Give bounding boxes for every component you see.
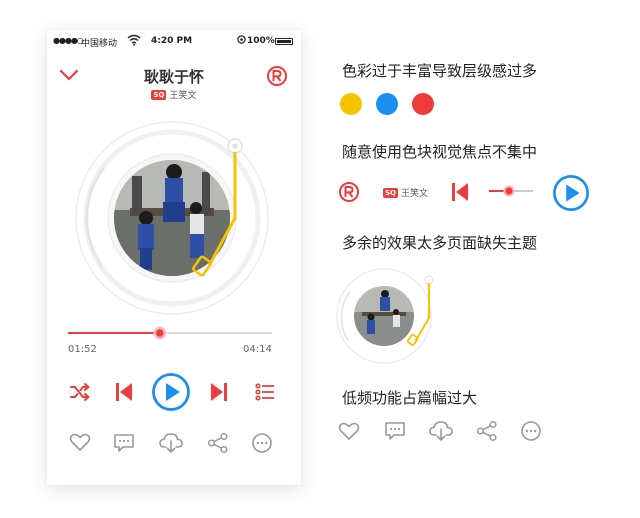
- wifi-icon: [127, 34, 141, 46]
- color-swatch-yellow: [340, 93, 362, 115]
- progress-fill: [68, 332, 160, 334]
- progress-bar[interactable]: [68, 326, 274, 340]
- artist-name: 王笑文: [169, 91, 197, 101]
- progress-sample: [489, 184, 533, 198]
- cloud-download-icon: [429, 420, 453, 442]
- shuffle-icon[interactable]: [69, 382, 91, 402]
- registered-icon[interactable]: [266, 65, 288, 87]
- artist-row[interactable]: SQ 王笑文: [47, 88, 301, 101]
- artist-sample: SQ 王笑文: [383, 186, 428, 199]
- share-icon: [476, 420, 498, 442]
- quality-badge-sample: SQ: [383, 188, 398, 198]
- elapsed-time: 01:52: [68, 344, 97, 355]
- more-icon: [520, 420, 542, 442]
- annotation-color-overuse: 色彩过于丰富导致层级感过多: [342, 62, 538, 80]
- battery-percent: 100%: [247, 36, 275, 46]
- color-swatch-blue: [376, 93, 398, 115]
- artist-name-sample: 王笑文: [401, 189, 429, 199]
- status-time: 4:20 PM: [151, 36, 193, 46]
- play-icon[interactable]: [151, 372, 191, 412]
- heart-icon: [338, 421, 360, 441]
- more-icon[interactable]: [251, 432, 273, 454]
- battery-icon: [275, 38, 293, 45]
- comment-icon[interactable]: [113, 432, 135, 454]
- quality-badge: SQ: [151, 90, 167, 100]
- album-disc: [72, 116, 282, 326]
- annotation-color-blocks: 随意使用色块视觉焦点不集中: [342, 143, 538, 161]
- total-time: 04:14: [243, 344, 272, 355]
- heart-icon[interactable]: [69, 432, 91, 452]
- signal-strength: ●●●●○: [53, 36, 84, 45]
- phone-screen: ●●●●○ 中国移动 4:20 PM 100% 耿耿于怀 SQ 王笑文 01:5…: [47, 30, 301, 485]
- carrier-name: 中国移动: [81, 39, 118, 49]
- status-bar: ●●●●○ 中国移动 4:20 PM 100%: [47, 30, 301, 52]
- comment-icon: [384, 420, 406, 442]
- disc-sample: [334, 266, 446, 366]
- annotation-low-frequency: 低频功能占篇幅过大: [342, 389, 478, 407]
- share-icon[interactable]: [207, 432, 229, 454]
- progress-handle: [153, 326, 167, 340]
- skip-previous-icon: [451, 182, 469, 202]
- color-swatch-red: [412, 93, 434, 115]
- song-title: 耿耿于怀: [143, 68, 204, 86]
- rotation-lock-icon: [237, 35, 246, 44]
- skip-previous-icon[interactable]: [115, 382, 133, 402]
- annotation-effects: 多余的效果太多页面缺失主题: [342, 234, 538, 252]
- skip-next-icon[interactable]: [210, 382, 228, 402]
- playlist-icon[interactable]: [255, 382, 275, 402]
- registered-icon: [338, 181, 360, 203]
- play-icon: [552, 174, 590, 212]
- cloud-download-icon[interactable]: [159, 432, 183, 454]
